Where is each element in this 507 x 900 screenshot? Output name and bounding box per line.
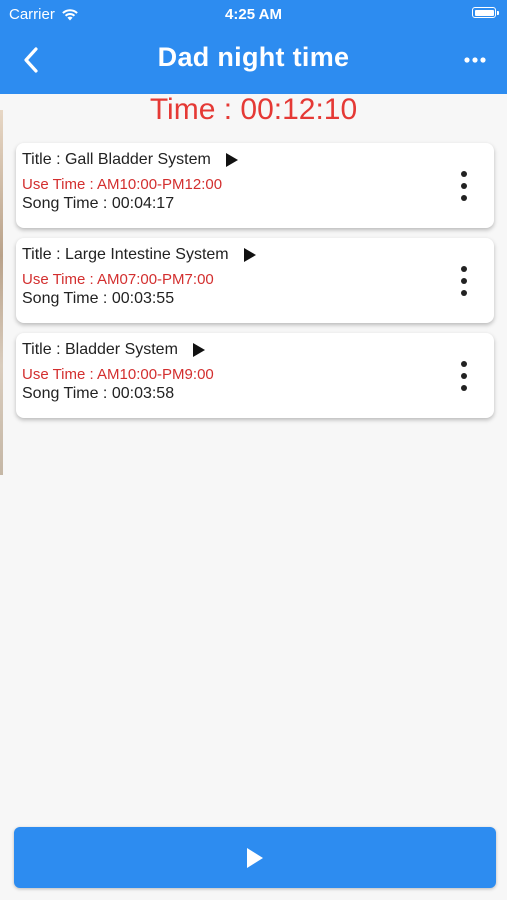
nav-bar: Dad night time [0, 28, 507, 94]
song-title-row: Title : Gall Bladder System [22, 151, 239, 169]
total-time: Time : 00:12:10 [149, 93, 358, 126]
battery-icon [472, 7, 499, 18]
use-time: Use Time : AM10:00-PM9:00 [22, 366, 214, 383]
status-time: 4:25 AM [225, 6, 282, 23]
song-title: Title : Large Intestine System [22, 246, 229, 263]
status-bar: Carrier 4:25 AM [0, 0, 507, 28]
song-time: Song Time : 00:03:58 [22, 385, 175, 402]
more-options-button[interactable] [457, 43, 493, 77]
song-time: Song Time : 00:03:55 [22, 290, 175, 307]
song-title-row: Title : Bladder System [22, 341, 206, 359]
play-icon[interactable] [225, 152, 239, 168]
page-title: Dad night time [157, 42, 350, 72]
play-icon [247, 847, 263, 868]
song-title: Title : Bladder System [22, 341, 178, 358]
song-list: Title : Gall Bladder System Use Time : A… [16, 143, 494, 428]
play-icon[interactable] [243, 247, 257, 263]
song-time: Song Time : 00:04:17 [22, 195, 175, 212]
more-vertical-icon[interactable] [456, 266, 472, 296]
play-icon[interactable] [192, 342, 206, 358]
song-card[interactable]: Title : Large Intestine System Use Time … [16, 238, 494, 323]
song-title-row: Title : Large Intestine System [22, 246, 257, 264]
song-title: Title : Gall Bladder System [22, 151, 211, 168]
chevron-left-icon [24, 47, 38, 73]
back-button[interactable] [14, 43, 48, 77]
play-all-button[interactable] [14, 827, 496, 888]
song-card[interactable]: Title : Bladder System Use Time : AM10:0… [16, 333, 494, 418]
more-vertical-icon[interactable] [456, 361, 472, 391]
more-vertical-icon[interactable] [456, 171, 472, 201]
use-time: Use Time : AM07:00-PM7:00 [22, 271, 214, 288]
background-image-edge [0, 110, 3, 475]
song-card[interactable]: Title : Gall Bladder System Use Time : A… [16, 143, 494, 228]
app-header: Carrier 4:25 AM Dad night time [0, 0, 507, 94]
more-horizontal-icon [464, 57, 486, 63]
use-time: Use Time : AM10:00-PM12:00 [22, 176, 223, 193]
